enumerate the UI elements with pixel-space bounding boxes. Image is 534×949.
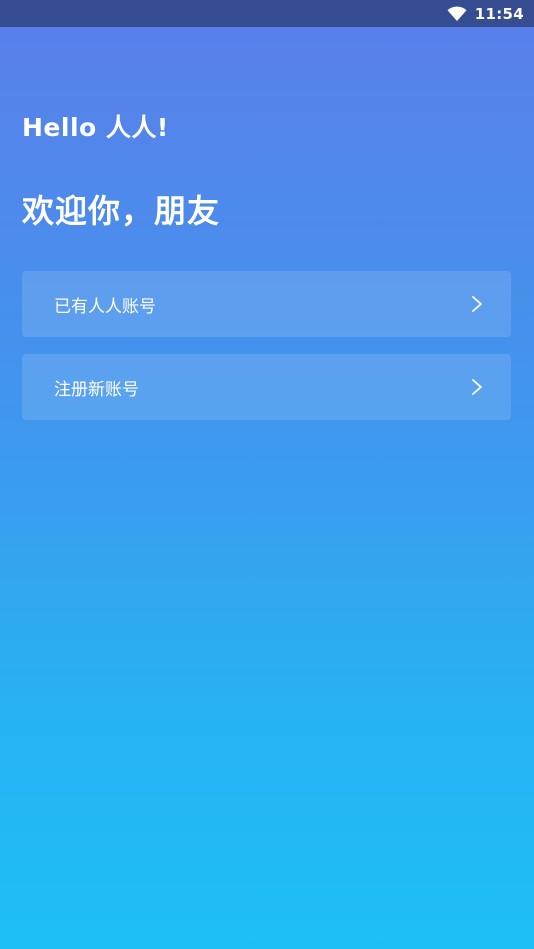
app-logo: Hello 人人!: [22, 113, 169, 142]
chevron-right-icon: [472, 379, 482, 395]
app-screen: 11:54 Hello 人人! 欢迎你，朋友 已有人人账号 注册新账号: [0, 0, 534, 949]
existing-account-button[interactable]: 已有人人账号: [22, 271, 511, 337]
existing-account-label: 已有人人账号: [54, 296, 156, 317]
status-indicators: 11:54: [447, 0, 524, 27]
register-account-label: 注册新账号: [54, 379, 139, 400]
wifi-icon: [447, 6, 467, 21]
chevron-right-icon: [472, 296, 482, 312]
status-time: 11:54: [474, 4, 524, 23]
welcome-heading: 欢迎你，朋友: [22, 192, 221, 230]
status-bar: 11:54: [0, 0, 534, 27]
register-account-button[interactable]: 注册新账号: [22, 354, 511, 420]
